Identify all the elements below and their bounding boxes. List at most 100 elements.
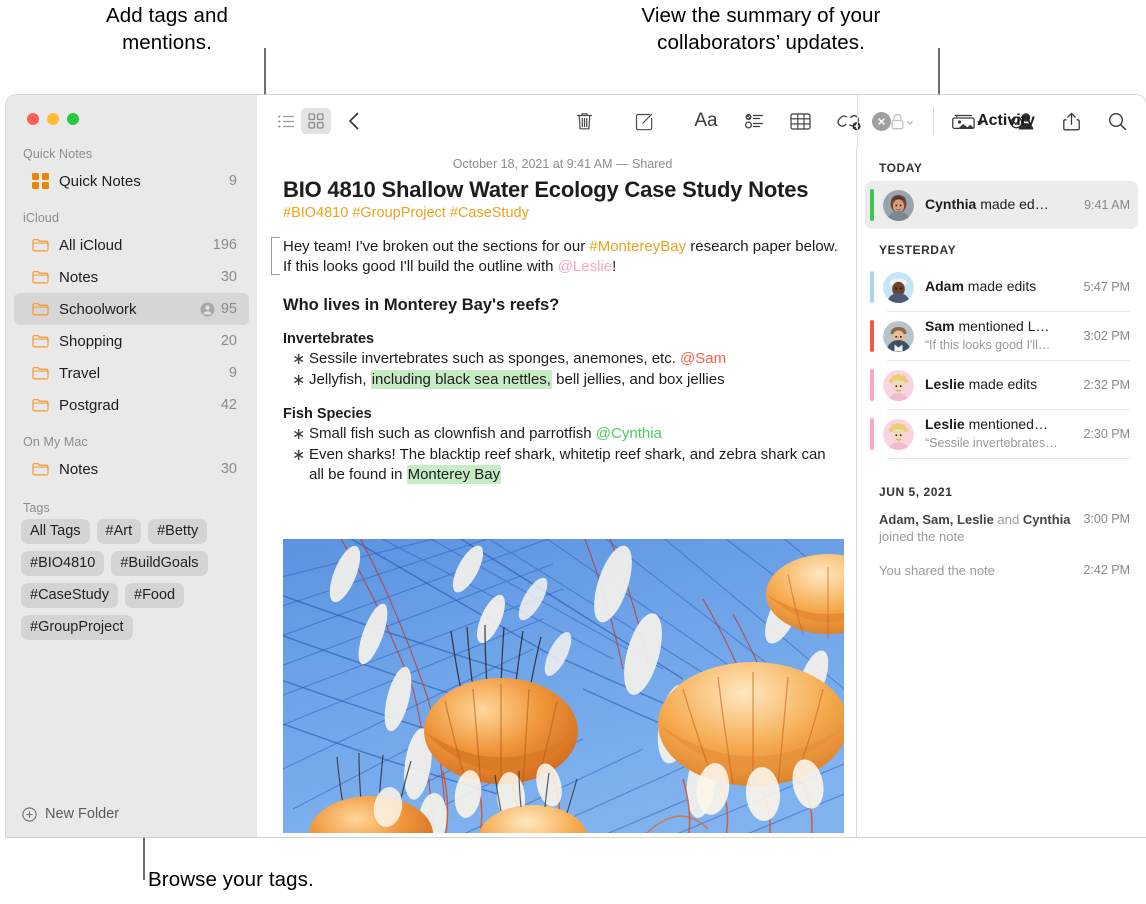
table-icon[interactable] [785,108,815,134]
format-icon[interactable]: Aa [689,108,723,134]
activity-time: 3:00 PM [1083,512,1130,526]
minimize-window-button[interactable] [47,113,59,125]
tag-food[interactable]: #Food [125,583,185,608]
activity-person: Sam [925,318,955,334]
sidebar-item-notes-local[interactable]: Notes 30 [14,453,249,485]
checklist-icon[interactable] [739,108,769,134]
note-title: BIO 4810 Shallow Water Ecology Case Stud… [283,177,809,202]
tag-betty[interactable]: #Betty [148,519,208,544]
note-tags: #BIO4810 #GroupProject #CaseStudy [283,205,529,221]
activity-header: Activity [857,95,1146,147]
activity-row-cynthia[interactable]: Cynthia made ed… 9:41 AM [865,181,1138,229]
activity-action: made edits [964,376,1038,392]
activity-quote: “If this looks good I'll… [925,338,1051,352]
callout-activity-summary: View the summary of your collaborators’ … [641,4,881,55]
activity-text: Adam made edits [925,278,1077,296]
list-item: Sessile invertebrates such as sponges, a… [283,349,842,370]
mention-cynthia[interactable]: @Cynthia [596,425,662,442]
zoom-window-button[interactable] [67,113,79,125]
joined-names2: Cynthia [1022,512,1071,527]
tag-all-tags[interactable]: All Tags [21,519,90,544]
note-date: October 18, 2021 at 9:41 AM — Shared [452,157,673,171]
sidebar-section-header-tags: Tags [23,501,50,515]
activity-day-today: TODAY [879,161,923,175]
note-intro-paragraph: Hey team! I've broken out the sections f… [271,237,842,276]
back-chevron-icon[interactable] [339,108,369,134]
activity-text: Sam mentioned L… “If this looks good I'l… [925,318,1077,354]
mention-leslie[interactable]: @Leslie [558,258,612,275]
activity-text: Cynthia made ed… [925,196,1078,214]
activity-time: 5:47 PM [1083,280,1130,294]
sidebar-item-count: 196 [212,237,237,253]
sidebar-item-quick-notes[interactable]: Quick Notes 9 [14,165,249,197]
callout-browse-tags: Browse your tags. [148,868,314,891]
activity-row-joined: Adam, Sam, Leslie and Cynthia joined the… [857,505,1146,552]
format-label: Aa [694,110,718,131]
edit-marker-icon [271,237,280,275]
activity-action: made ed… [976,196,1049,212]
activity-main-line: Adam made edits [925,278,1036,294]
activity-row-sam[interactable]: Sam mentioned L… “If this looks good I'l… [865,312,1138,360]
sidebar-item-count: 30 [220,461,237,477]
sidebar-item-postgrad[interactable]: Postgrad 42 [14,389,249,421]
close-window-button[interactable] [27,113,39,125]
activity-main-line: Leslie mentioned… [925,416,1048,432]
activity-time: 9:41 AM [1084,198,1130,212]
activity-row-adam[interactable]: Adam made edits 5:47 PM [865,263,1138,311]
close-activity-icon[interactable] [872,111,891,131]
bullet-text: Small fish such as clownfish and parrotf… [309,425,596,443]
folder-icon [31,236,50,255]
sidebar-item-travel[interactable]: Travel 9 [14,357,249,389]
gallery-view-icon[interactable] [301,108,331,134]
folder-icon [31,268,50,287]
sidebar-item-all-icloud[interactable]: All iCloud 196 [14,229,249,261]
list-view-icon[interactable] [271,108,301,134]
sidebar-item-label: Notes [59,268,99,286]
folder-icon [31,300,50,319]
activity-row-leslie-edits[interactable]: Leslie made edits 2:32 PM [865,361,1138,409]
sidebar-section-header: Quick Notes [23,147,93,161]
sidebar-item-label: Shopping [59,332,123,350]
quick-notes-icon [31,172,50,191]
new-folder-button[interactable]: New Folder [6,791,257,837]
tag-art[interactable]: #Art [96,519,142,544]
activity-row-leslie-mention[interactable]: Leslie mentioned… “Sessile invertebrates… [865,410,1138,458]
mention-sam[interactable]: @Sam [680,350,726,367]
tag-list: All Tags #Art #Betty #BIO4810 #BuildGoal… [6,515,256,640]
tag-buildgoals[interactable]: #BuildGoals [111,551,208,576]
folder-icon [31,460,50,479]
tag-casestudy[interactable]: #CaseStudy [21,583,118,608]
highlighted-text: Monterey Bay [406,465,502,485]
inline-tag-montereybay[interactable]: #MontereyBay [589,238,686,255]
sidebar-section-header: iCloud [23,211,60,225]
tag-groupproject[interactable]: #GroupProject [21,615,133,640]
sidebar-item-schoolwork[interactable]: Schoolwork 95 [14,293,249,325]
note-subheading-fish-species: Fish Species [283,406,372,423]
shared-folder-icon [200,302,215,317]
sidebar-item-notes-icloud[interactable]: Notes 30 [14,261,249,293]
activity-color-bar [870,369,874,401]
joined-names: Adam, Sam, Leslie [879,512,994,527]
activity-color-bar [870,189,874,221]
tag-bio4810[interactable]: #BIO4810 [21,551,105,576]
list-item: Jellyfish, including black sea nettles, … [283,370,842,391]
folder-icon [31,364,50,383]
activity-time: 2:32 PM [1083,378,1130,392]
activity-person: Leslie [925,376,965,392]
compose-icon[interactable] [629,108,659,134]
trash-icon[interactable] [569,108,599,134]
sidebar-item-count: 95 [220,301,237,317]
activity-color-bar [870,271,874,303]
sidebar-item-shopping[interactable]: Shopping 20 [14,325,249,357]
sidebar-item-count: 42 [220,397,237,413]
jellyfish-photo[interactable] [283,539,844,833]
avatar [883,271,914,303]
activity-shared-text: You shared the note [879,562,995,578]
bullet-text: bell jellies, and box jellies [551,371,725,389]
activity-action: mentioned L… [954,318,1050,334]
joined-mid: and [993,512,1023,527]
sidebar-item-label: Schoolwork [59,300,137,318]
avatar [883,369,914,401]
window-controls[interactable] [27,113,79,125]
bullet-text: Sessile invertebrates such as sponges, a… [309,350,681,368]
